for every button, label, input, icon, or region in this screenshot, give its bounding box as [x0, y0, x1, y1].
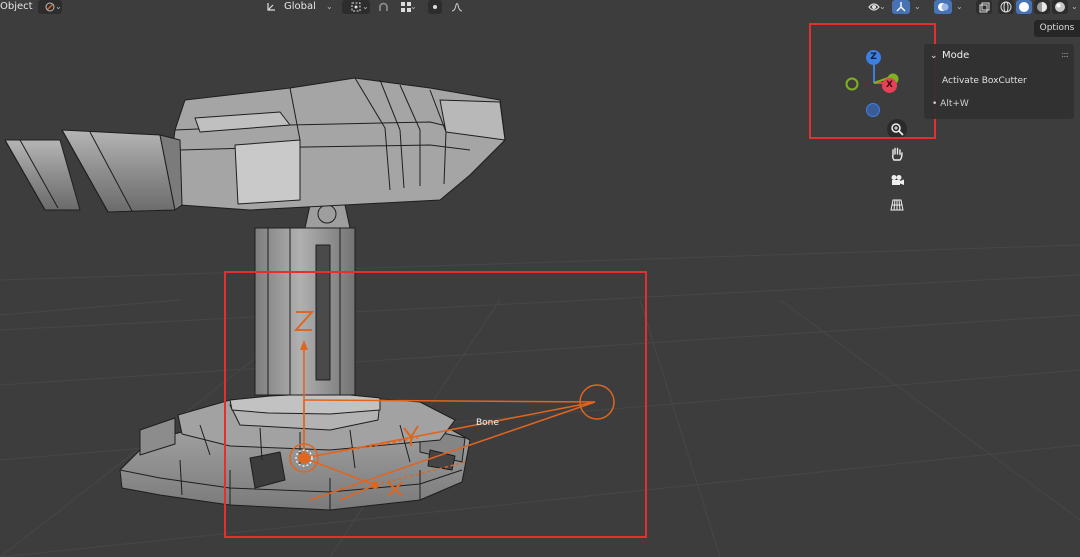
chevron-down-icon[interactable]: ⌄: [930, 49, 938, 63]
operation-name: Activate BoxCutter: [942, 76, 1027, 86]
3d-viewport[interactable]: Z X Bone: [0, 0, 1080, 557]
drag-grip-icon[interactable]: ::::: [1061, 49, 1069, 61]
camera-icon[interactable]: [887, 170, 907, 190]
bone-name-label: Bone: [476, 418, 499, 428]
transform-pivot-icon[interactable]: ⌄: [342, 0, 370, 14]
gizmo-toggle-icon[interactable]: [892, 0, 910, 14]
overlay-icon[interactable]: [934, 0, 952, 14]
transform-orientation-select[interactable]: Global: [284, 0, 316, 14]
visibility-icon[interactable]: ⌄: [862, 0, 886, 14]
annotation-box-gizmo: [809, 23, 936, 139]
shading-rendered-icon[interactable]: [1052, 0, 1068, 14]
options-button[interactable]: Options: [1034, 20, 1080, 37]
annotation-box-bone: [224, 271, 647, 538]
hand-pan-icon[interactable]: [887, 144, 907, 164]
snap-grid-icon[interactable]: ⌄: [394, 0, 418, 14]
last-operation-panel: ⌄ Mode :::: Activate BoxCutter • Alt+W: [924, 44, 1074, 119]
falloff-icon[interactable]: [446, 0, 468, 14]
panel-title[interactable]: Mode: [942, 49, 969, 63]
snap-icon[interactable]: [376, 0, 390, 14]
shortcut-value: Alt+W: [940, 99, 969, 109]
object-mode-icon[interactable]: ⌄: [38, 0, 62, 14]
shading-material-icon[interactable]: [1034, 0, 1050, 14]
xray-icon[interactable]: [976, 0, 992, 14]
proportional-edit-icon[interactable]: [428, 0, 442, 14]
mode-selector-label[interactable]: Object: [0, 0, 33, 14]
shading-solid-icon[interactable]: [1016, 0, 1032, 14]
shortcut-text: • Alt+W: [932, 99, 969, 109]
perspective-grid-icon[interactable]: [887, 195, 907, 215]
transform-orientation-icon[interactable]: [264, 0, 278, 14]
shading-wireframe-icon[interactable]: [998, 0, 1014, 14]
viewport-header: Object ⌄ Global ⌄ ⌄ ⌄ ⌄ ⌄ ⌄ ⌄: [0, 0, 1078, 14]
